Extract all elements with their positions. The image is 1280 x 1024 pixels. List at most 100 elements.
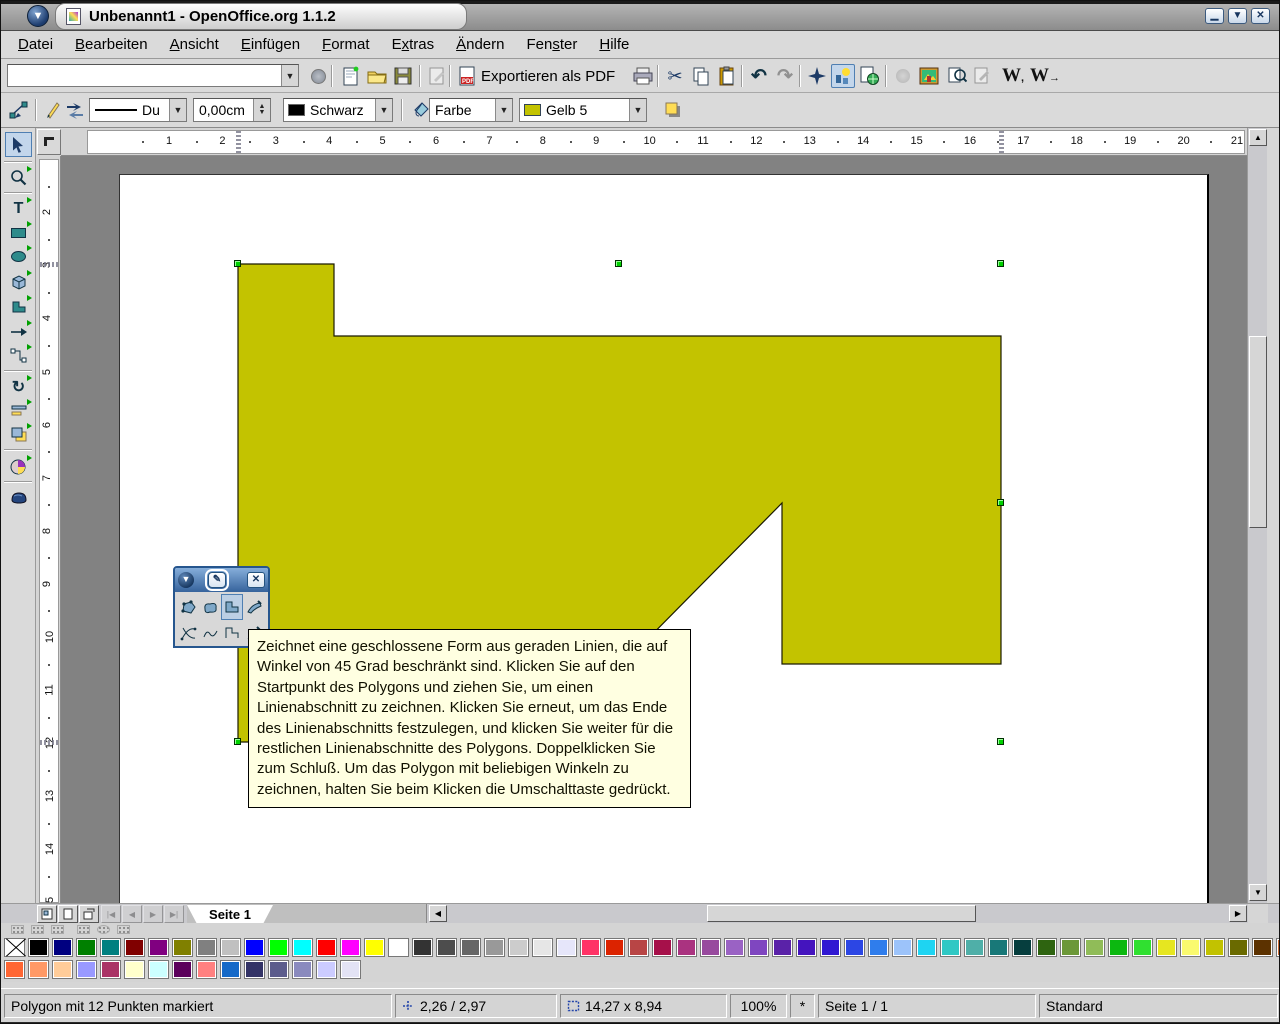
export-pdf-icon[interactable]: PDF [455, 64, 479, 88]
color-swatch[interactable] [676, 938, 697, 957]
color-swatch[interactable] [52, 960, 73, 979]
color-swatch[interactable] [1276, 938, 1280, 957]
color-swatch[interactable] [868, 938, 889, 957]
color-swatch[interactable] [196, 960, 217, 979]
tool-polygon-45-filled[interactable] [221, 594, 243, 620]
color-swatch[interactable] [988, 938, 1009, 957]
tool-arrange[interactable] [5, 422, 32, 447]
navigator-button[interactable] [805, 64, 829, 88]
color-swatch[interactable] [1156, 938, 1177, 957]
scroll-up-button[interactable]: ▲ [1249, 129, 1267, 146]
menu-ndern[interactable]: Ändern [445, 33, 515, 56]
selection-handle[interactable] [615, 260, 622, 267]
line-color-select[interactable]: Schwarz ▼ [283, 98, 393, 122]
tool-connector[interactable] [5, 343, 32, 368]
menu-datei[interactable]: Datei [7, 33, 64, 56]
edit-points-toggle[interactable] [971, 64, 995, 88]
color-swatch[interactable] [220, 960, 241, 979]
edit-file-button[interactable] [425, 64, 449, 88]
snap-margins-icon[interactable] [97, 925, 110, 934]
open-file-button[interactable] [365, 64, 389, 88]
color-swatch[interactable] [220, 938, 241, 957]
color-swatch[interactable] [100, 960, 121, 979]
color-swatch[interactable] [508, 938, 529, 957]
color-swatch[interactable] [532, 938, 553, 957]
color-swatch[interactable] [916, 938, 937, 957]
selection-handle[interactable] [234, 738, 241, 745]
color-swatch[interactable] [964, 938, 985, 957]
tool-rotate[interactable]: ↻ [5, 374, 32, 399]
vertical-scrollbar[interactable]: ▲ ▼ [1247, 128, 1267, 903]
zoom-page-mode-button[interactable] [37, 905, 57, 923]
shadow-button[interactable] [661, 98, 685, 122]
tool-polygon-45[interactable] [221, 620, 243, 646]
tool-select[interactable] [5, 132, 32, 157]
status-zoom[interactable]: 100% [730, 994, 787, 1018]
color-swatch[interactable] [460, 938, 481, 957]
color-swatch[interactable] [1180, 938, 1201, 957]
menu-einfgen[interactable]: Einfügen [230, 33, 311, 56]
chevron-down-icon[interactable]: ▼ [375, 99, 392, 121]
color-swatch[interactable] [1084, 938, 1105, 957]
color-swatch-none[interactable] [4, 938, 25, 957]
close-button[interactable]: ✕ [1251, 8, 1270, 24]
page-mode-button[interactable] [58, 905, 78, 923]
save-button[interactable] [391, 64, 415, 88]
color-swatch[interactable] [124, 938, 145, 957]
color-swatch[interactable] [1036, 938, 1057, 957]
color-swatch[interactable] [772, 938, 793, 957]
drawing-canvas[interactable]: ▼ ✎ ✕ Zeichnet eine geschlossene Form au… [61, 156, 1247, 903]
hyperlink-dialog-button[interactable] [857, 64, 881, 88]
menu-fenster[interactable]: Fenster [515, 33, 588, 56]
fill-color-select[interactable]: Gelb 5 ▼ [519, 98, 647, 122]
menu-format[interactable]: Format [311, 33, 381, 56]
floating-toolbar-titlebar[interactable]: ▼ ✎ ✕ [175, 568, 268, 592]
system-menu-button[interactable]: ▼ [27, 5, 49, 27]
tool-text[interactable]: T [5, 196, 32, 221]
color-swatch[interactable] [76, 960, 97, 979]
color-swatch[interactable] [484, 938, 505, 957]
gallery-button[interactable] [917, 64, 941, 88]
color-swatch[interactable] [292, 938, 313, 957]
menu-bearbeiten[interactable]: Bearbeiten [64, 33, 159, 56]
color-swatch[interactable] [1252, 938, 1273, 957]
maximize-button[interactable]: ▼ [1228, 8, 1247, 24]
undo-button[interactable]: ↶ [747, 64, 771, 88]
snap-object-icon[interactable] [117, 925, 130, 934]
color-swatch[interactable] [1012, 938, 1033, 957]
selection-handle[interactable] [234, 260, 241, 267]
chevron-down-icon[interactable]: ▼ [169, 99, 186, 121]
color-swatch[interactable] [28, 938, 49, 957]
tool-effects[interactable] [5, 485, 32, 510]
spinner-arrows-icon[interactable]: ▲▼ [253, 99, 270, 121]
color-swatch[interactable] [100, 938, 121, 957]
redo-button[interactable]: ↷ [773, 64, 797, 88]
tool-freehand-filled[interactable] [243, 594, 265, 620]
color-swatch[interactable] [556, 938, 577, 957]
fill-type-select[interactable]: Farbe ▼ [429, 98, 513, 122]
scroll-down-button[interactable]: ▼ [1249, 884, 1267, 901]
zoom-button[interactable] [945, 64, 969, 88]
color-swatch[interactable] [1132, 938, 1153, 957]
toolbar-close-button[interactable]: ✕ [247, 572, 265, 588]
status-position[interactable]: 2,26 / 2,97 [395, 994, 557, 1018]
color-swatch[interactable] [724, 938, 745, 957]
arrow-style-button[interactable] [63, 98, 87, 122]
color-swatch[interactable] [316, 960, 337, 979]
tool-polygon-filled[interactable] [177, 594, 199, 620]
new-document-button[interactable] [339, 64, 363, 88]
hyperlink-bar-button[interactable] [891, 64, 915, 88]
url-combobox[interactable]: ▼ [7, 64, 299, 87]
layer-mode-button[interactable] [79, 905, 99, 923]
copy-button[interactable] [689, 64, 713, 88]
color-swatch[interactable] [340, 960, 361, 979]
selection-handle[interactable] [997, 738, 1004, 745]
color-swatch[interactable] [748, 938, 769, 957]
paste-button[interactable] [715, 64, 739, 88]
scroll-right-button[interactable]: ▶ [1229, 905, 1247, 922]
help-agent-button[interactable]: W, [1001, 64, 1025, 88]
selection-handle[interactable] [997, 499, 1004, 506]
line-width-spinner[interactable]: 0,00cm ▲▼ [193, 98, 271, 122]
color-swatch[interactable] [244, 938, 265, 957]
edit-points-button[interactable] [7, 98, 31, 122]
